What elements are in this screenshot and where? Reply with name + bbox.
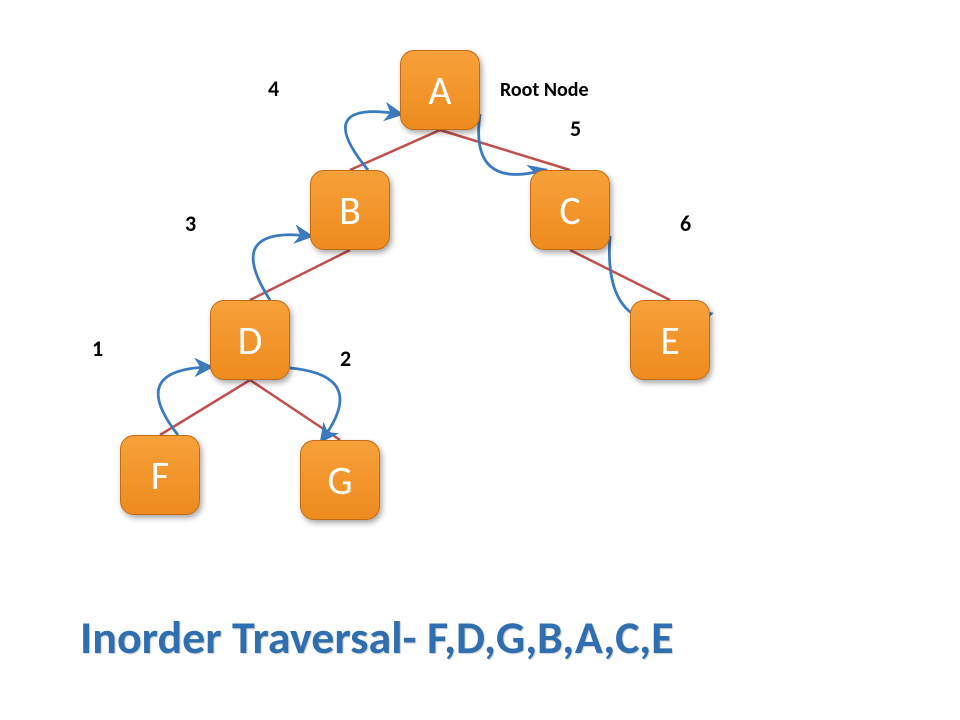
tree-edge bbox=[160, 380, 250, 435]
traversal-arrow-1 bbox=[158, 367, 210, 435]
tree-edge bbox=[250, 250, 350, 300]
node-label: E bbox=[660, 316, 680, 365]
traversal-arrow-4 bbox=[345, 112, 400, 170]
step-label-2: 2 bbox=[340, 345, 351, 372]
node-d: D bbox=[210, 300, 290, 380]
step-label-3: 3 bbox=[185, 210, 196, 237]
tree-edge bbox=[570, 250, 670, 300]
node-g: G bbox=[300, 440, 380, 520]
node-label: F bbox=[151, 451, 169, 500]
traversal-arrow-3 bbox=[253, 235, 310, 300]
node-label: B bbox=[339, 186, 361, 235]
step-label-4: 4 bbox=[268, 75, 279, 102]
node-b: B bbox=[310, 170, 390, 250]
traversal-arrows-group bbox=[158, 112, 710, 440]
root-annotation: Root Node bbox=[500, 78, 589, 102]
tree-edge bbox=[440, 130, 570, 170]
tree-edge bbox=[350, 130, 440, 170]
node-e: E bbox=[630, 300, 710, 380]
step-label-6: 6 bbox=[680, 210, 691, 237]
node-c: C bbox=[530, 170, 610, 250]
traversal-arrow-2 bbox=[290, 368, 340, 440]
step-label-1: 1 bbox=[92, 335, 103, 362]
node-label: D bbox=[238, 316, 263, 365]
node-f: F bbox=[120, 435, 200, 515]
node-a: A bbox=[400, 50, 480, 130]
node-label: G bbox=[327, 456, 352, 505]
traversal-arrow-5 bbox=[479, 114, 544, 174]
step-label-5: 5 bbox=[570, 115, 581, 142]
node-label: C bbox=[559, 186, 580, 235]
traversal-result: Inorder Traversal- F,D,G,B,A,C,E bbox=[80, 610, 674, 666]
tree-edge bbox=[250, 380, 340, 440]
node-label: A bbox=[428, 66, 451, 115]
